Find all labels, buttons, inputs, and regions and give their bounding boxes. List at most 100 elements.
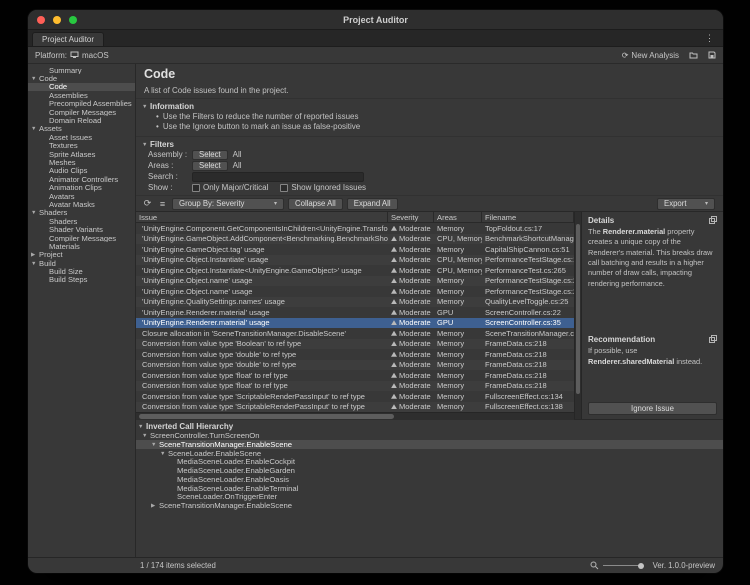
sidebar-item-avatar-masks[interactable]: Avatar Masks	[28, 200, 135, 208]
ignore-issue-button[interactable]: Ignore Issue	[588, 402, 717, 415]
zoom-window-button[interactable]	[69, 16, 77, 24]
sidebar-item-summary[interactable]: Summary	[28, 66, 135, 74]
issue-row[interactable]: 'UnityEngine.Component.GetComponentsInCh…	[136, 223, 574, 234]
zoom-slider-thumb[interactable]	[638, 563, 644, 569]
hierarchy-node-scenetransitionmanager-enablescene[interactable]: SceneTransitionManager.EnableScene	[136, 501, 723, 510]
save-icon[interactable]	[708, 51, 716, 59]
vertical-scrollbar[interactable]	[574, 212, 581, 419]
only-major-critical-checkbox[interactable]	[192, 184, 200, 192]
sidebar-item-audio-clips[interactable]: Audio Clips	[28, 167, 135, 175]
issue-row[interactable]: Closure allocation in 'SceneTransitionMa…	[136, 328, 574, 339]
issue-row[interactable]: Conversion from value type 'float' to re…	[136, 370, 574, 381]
hierarchy-foldout[interactable]: Inverted Call Hierarchy	[136, 421, 723, 431]
sidebar-item-label: Domain Reload	[49, 116, 101, 124]
sidebar-item-precompiled-assemblies[interactable]: Precompiled Assemblies	[28, 100, 135, 108]
sidebar-item-build-steps[interactable]: Build Steps	[28, 276, 135, 284]
sidebar-item-code[interactable]: Code	[28, 83, 135, 91]
issue-row[interactable]: 'UnityEngine.Object.name' usageModerateM…	[136, 286, 574, 297]
column-header-severity[interactable]: Severity	[388, 212, 434, 222]
issue-row[interactable]: 'UnityEngine.Object.name' usageModerateM…	[136, 276, 574, 287]
sidebar-item-asset-issues[interactable]: Asset Issues	[28, 133, 135, 141]
list-view-icon[interactable]: ≡	[157, 199, 168, 209]
copy-icon[interactable]	[709, 335, 717, 343]
sidebar-item-animation-clips[interactable]: Animation Clips	[28, 183, 135, 191]
sidebar-item-meshes[interactable]: Meshes	[28, 158, 135, 166]
issue-row[interactable]: Conversion from value type 'float' to re…	[136, 381, 574, 392]
issue-row[interactable]: 'UnityEngine.Renderer.material' usageMod…	[136, 307, 574, 318]
expand-all-button[interactable]: Expand All	[347, 198, 398, 210]
foldout-arrow-icon[interactable]	[151, 501, 159, 510]
issue-row[interactable]: 'UnityEngine.Object.Instantiate<UnityEng…	[136, 265, 574, 276]
search-input[interactable]	[192, 172, 364, 182]
foldout-arrow-icon[interactable]	[31, 125, 39, 133]
hierarchy-node-screencontroller-turnscreenon[interactable]: ScreenController.TurnScreenOn	[136, 431, 723, 440]
minimize-button[interactable]	[53, 16, 61, 24]
issue-row[interactable]: Conversion from value type 'ScriptableRe…	[136, 391, 574, 402]
foldout-arrow-icon[interactable]	[31, 251, 39, 259]
show-ignored-checkbox[interactable]	[280, 184, 288, 192]
issue-row[interactable]: 'UnityEngine.GameObject.tag' usageModera…	[136, 244, 574, 255]
foldout-arrow-icon[interactable]	[160, 449, 168, 458]
sidebar-item-avatars[interactable]: Avatars	[28, 192, 135, 200]
foldout-arrow-icon[interactable]	[142, 431, 150, 440]
sidebar-item-assemblies[interactable]: Assemblies	[28, 91, 135, 99]
hierarchy-node-mediasceneloader-enableoasis[interactable]: MediaSceneLoader.EnableOasis	[136, 475, 723, 484]
issue-row[interactable]: 'UnityEngine.QualitySettings.names' usag…	[136, 297, 574, 308]
kebab-menu-icon[interactable]: ⋮	[700, 33, 719, 46]
horizontal-scrollbar[interactable]	[136, 412, 574, 420]
sidebar-item-build-size[interactable]: Build Size	[28, 267, 135, 275]
issue-row[interactable]: Conversion from value type 'ScriptableRe…	[136, 402, 574, 413]
issue-row[interactable]: Conversion from value type 'double' to r…	[136, 349, 574, 360]
export-dropdown[interactable]: Export ▾	[657, 198, 715, 210]
sidebar-item-label: Materials	[49, 242, 80, 250]
sidebar-item-domain-reload[interactable]: Domain Reload	[28, 116, 135, 124]
foldout-arrow-icon[interactable]	[31, 209, 39, 217]
issue-row[interactable]: 'UnityEngine.GameObject.AddComponent<Ben…	[136, 234, 574, 245]
foldout-arrow-icon[interactable]	[31, 259, 39, 267]
assembly-select-button[interactable]: Select	[192, 150, 228, 160]
copy-icon[interactable]	[709, 216, 717, 224]
titlebar[interactable]: Project Auditor	[28, 10, 723, 30]
sidebar-item-textures[interactable]: Textures	[28, 142, 135, 150]
group-by-dropdown[interactable]: Group By: Severity ▾	[172, 198, 284, 210]
issue-row[interactable]: 'UnityEngine.Object.Instantiate' usageMo…	[136, 255, 574, 266]
sidebar-item-shader-variants[interactable]: Shader Variants	[28, 225, 135, 233]
column-header-issue[interactable]: Issue	[136, 212, 388, 222]
zoom-slider[interactable]	[603, 565, 643, 566]
sidebar-item-build[interactable]: Build	[28, 259, 135, 267]
filters-foldout[interactable]: Filters	[140, 139, 719, 149]
sidebar-item-code[interactable]: Code	[28, 74, 135, 82]
sidebar-item-materials[interactable]: Materials	[28, 242, 135, 250]
hierarchy-node-sceneloader-enablescene[interactable]: SceneLoader.EnableScene	[136, 449, 723, 458]
foldout-arrow-icon[interactable]	[151, 440, 159, 449]
hierarchy-node-scenetransitionmanager-enablescene[interactable]: SceneTransitionManager.EnableScene	[136, 440, 723, 449]
sidebar-item-project[interactable]: Project	[28, 251, 135, 259]
issue-row[interactable]: Conversion from value type 'Boolean' to …	[136, 339, 574, 350]
sidebar-item-assets[interactable]: Assets	[28, 125, 135, 133]
information-foldout[interactable]: Information	[140, 101, 719, 111]
foldout-arrow-icon[interactable]	[31, 74, 39, 82]
hierarchy-node-mediasceneloader-enableterminal[interactable]: MediaSceneLoader.EnableTerminal	[136, 484, 723, 493]
areas-select-button[interactable]: Select	[192, 161, 228, 171]
issue-row[interactable]: Conversion from value type 'double' to r…	[136, 360, 574, 371]
hierarchy-node-mediasceneloader-enablegarden[interactable]: MediaSceneLoader.EnableGarden	[136, 466, 723, 475]
column-header-areas[interactable]: Areas	[434, 212, 482, 222]
refresh-icon[interactable]: ⟳	[142, 198, 153, 209]
sidebar-item-animator-controllers[interactable]: Animator Controllers	[28, 175, 135, 183]
scrollbar-thumb[interactable]	[576, 224, 580, 394]
sidebar-item-compiler-messages[interactable]: Compiler Messages	[28, 108, 135, 116]
sidebar-item-compiler-messages[interactable]: Compiler Messages	[28, 234, 135, 242]
column-header-filename[interactable]: Filename	[482, 212, 574, 222]
issue-row[interactable]: 'UnityEngine.Renderer.material' usageMod…	[136, 318, 574, 329]
close-button[interactable]	[37, 16, 45, 24]
hierarchy-node-sceneloader-ontriggerenter[interactable]: SceneLoader.OnTriggerEnter	[136, 493, 723, 502]
sidebar-item-shaders[interactable]: Shaders	[28, 217, 135, 225]
tab-project-auditor[interactable]: Project Auditor	[32, 32, 104, 46]
new-analysis-button[interactable]: ⟳ New Analysis	[622, 51, 679, 60]
load-icon[interactable]	[689, 51, 698, 59]
hierarchy-node-mediasceneloader-enablecockpit[interactable]: MediaSceneLoader.EnableCockpit	[136, 457, 723, 466]
scrollbar-thumb[interactable]	[139, 414, 394, 419]
collapse-all-button[interactable]: Collapse All	[288, 198, 343, 210]
sidebar-item-shaders[interactable]: Shaders	[28, 209, 135, 217]
sidebar-item-sprite-atlases[interactable]: Sprite Atlases	[28, 150, 135, 158]
